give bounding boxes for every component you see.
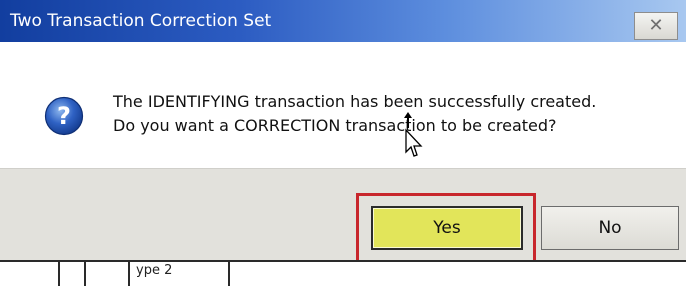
- table-divider: [84, 262, 86, 286]
- svg-text:?: ?: [57, 102, 71, 130]
- message-line-2: Do you want a CORRECTION transaction to …: [113, 116, 557, 135]
- no-button-label: No: [598, 218, 622, 238]
- mouse-cursor-icon: [404, 112, 423, 157]
- background-cell-text: ype 2: [136, 263, 173, 278]
- table-divider: [128, 262, 130, 286]
- close-button[interactable]: ✕: [634, 12, 678, 40]
- dialog-title: Two Transaction Correction Set: [10, 11, 272, 31]
- background-table-strip: ype 2: [0, 260, 686, 286]
- dialog-titlebar: Two Transaction Correction Set ✕: [0, 0, 686, 42]
- no-button[interactable]: No: [541, 206, 679, 250]
- close-icon: ✕: [648, 15, 664, 36]
- table-divider: [228, 262, 230, 286]
- table-divider: [58, 262, 60, 286]
- question-icon: ?: [44, 96, 84, 136]
- yes-button[interactable]: Yes: [371, 206, 523, 250]
- dialog-content: ? The IDENTIFYING transaction has been s…: [0, 42, 686, 168]
- yes-button-label: Yes: [433, 218, 461, 238]
- message-line-1: The IDENTIFYING transaction has been suc…: [113, 92, 597, 111]
